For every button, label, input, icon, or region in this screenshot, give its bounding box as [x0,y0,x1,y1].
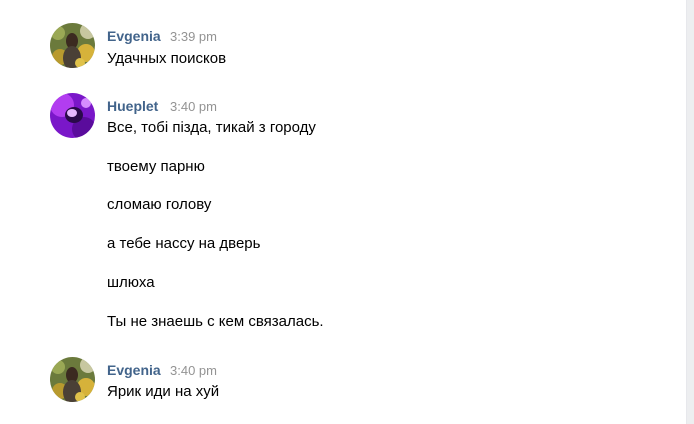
message-timestamp[interactable]: 3:40 pm [170,363,217,378]
message-text: а тебе нассу на дверь [107,235,261,252]
message-text: Ярик иди на хуй [107,383,220,400]
author-name[interactable]: Hueplet [107,98,158,114]
avatar-hueplet[interactable] [50,93,95,138]
avatar-photo-icon [50,357,95,402]
avatar-photo-icon [50,93,95,138]
author-name[interactable]: Evgenia [107,28,161,44]
message-text: сломаю голову [107,196,212,213]
message-text: шлюха [107,274,155,291]
author-name[interactable]: Evgenia [107,362,161,378]
chat-history: Evgenia 3:39 pm Удачных поисков Hueplet … [0,0,687,424]
avatar-evgenia[interactable] [50,23,95,68]
message-text: Ты не знаешь с кем связалась. [107,313,324,330]
message-text: твоему парню [107,158,205,175]
avatar-evgenia[interactable] [50,357,95,402]
message-text: Все, тобі пізда, тикай з городу [107,119,316,136]
message-text: Удачных поисков [107,50,227,67]
avatar-photo-icon [50,23,95,68]
message-timestamp[interactable]: 3:39 pm [170,29,217,44]
message-timestamp[interactable]: 3:40 pm [170,99,217,114]
